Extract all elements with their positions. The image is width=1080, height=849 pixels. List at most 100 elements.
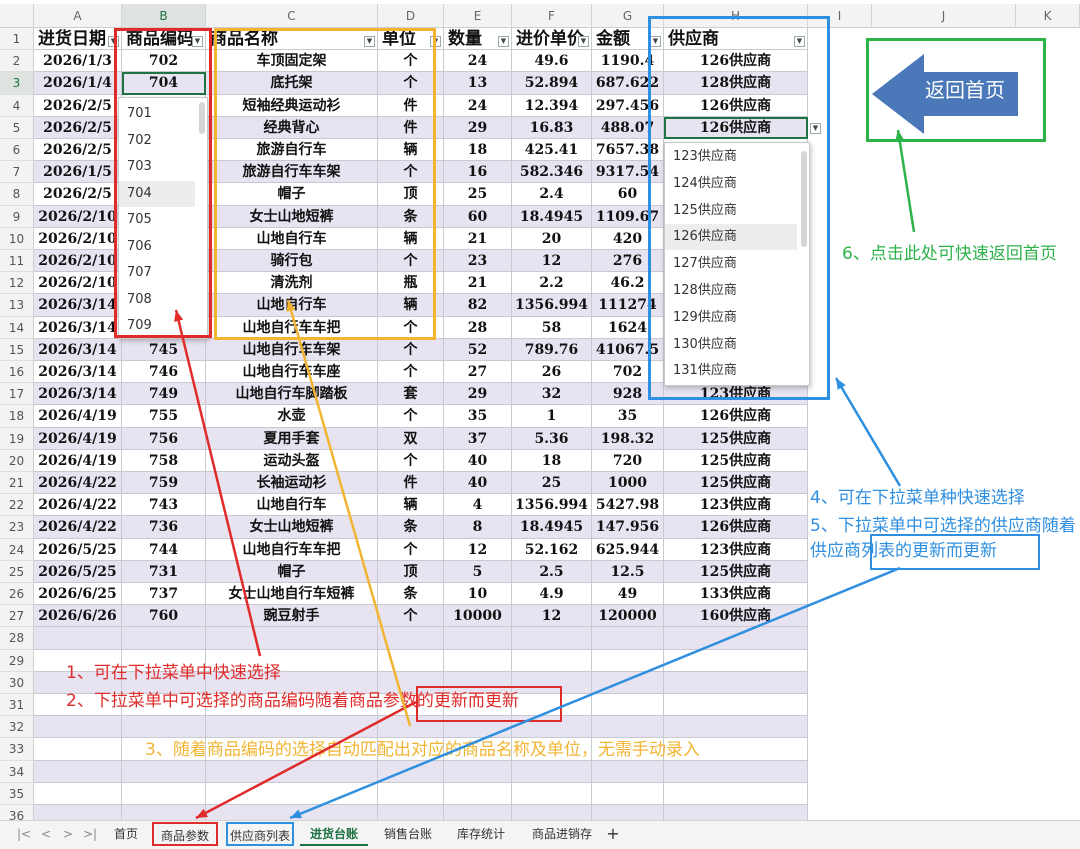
- table-cell[interactable]: 18: [444, 139, 512, 162]
- sheet-tab[interactable]: 进货台账: [300, 822, 368, 846]
- table-cell[interactable]: 2026/2/10: [34, 205, 122, 228]
- filter-dropdown-icon[interactable]: ▼: [578, 36, 589, 47]
- row-header[interactable]: 24: [0, 538, 34, 561]
- filter-dropdown-icon[interactable]: ▼: [364, 36, 375, 47]
- table-cell[interactable]: 条: [378, 583, 444, 606]
- supplier-option[interactable]: 125供应商: [665, 198, 797, 224]
- row-header[interactable]: 23: [0, 516, 34, 539]
- row-header[interactable]: 27: [0, 605, 34, 628]
- filter-dropdown-icon[interactable]: ▼: [192, 36, 203, 47]
- row-header[interactable]: 10: [0, 227, 34, 250]
- empty-cell[interactable]: [34, 782, 122, 805]
- table-cell[interactable]: 2.2: [512, 272, 592, 295]
- table-cell[interactable]: 276: [592, 250, 664, 273]
- row-header[interactable]: 6: [0, 139, 34, 162]
- code-dropdown-list[interactable]: 701 702 703 704 705 706 707 708 709: [118, 97, 208, 339]
- table-cell[interactable]: 18: [512, 449, 592, 472]
- empty-cell[interactable]: [444, 649, 512, 672]
- supplier-dropdown-list[interactable]: 123供应商 124供应商 125供应商 126供应商 127供应商 128供应商 129供…: [664, 142, 810, 386]
- table-cell[interactable]: 5427.98: [592, 494, 664, 517]
- table-cell[interactable]: 52.162: [512, 538, 592, 561]
- table-cell[interactable]: 29: [444, 383, 512, 406]
- table-cell[interactable]: 1190.4: [592, 50, 664, 73]
- table-cell[interactable]: 40: [444, 472, 512, 495]
- table-cell[interactable]: 41067.5: [592, 338, 664, 361]
- empty-cell[interactable]: [206, 760, 378, 783]
- table-cell[interactable]: 2026/3/14: [34, 294, 122, 317]
- table-cell[interactable]: 山地自行车: [206, 227, 378, 250]
- table-cell[interactable]: 山地自行车: [206, 494, 378, 517]
- table-cell[interactable]: 夏用手套: [206, 427, 378, 450]
- table-cell[interactable]: 20: [512, 227, 592, 250]
- empty-cell[interactable]: [122, 716, 206, 739]
- empty-cell[interactable]: [664, 649, 808, 672]
- row-header[interactable]: 29: [0, 649, 34, 672]
- table-cell[interactable]: 2026/2/10: [34, 272, 122, 295]
- table-cell[interactable]: 755: [122, 405, 206, 428]
- table-cell[interactable]: 帽子: [206, 560, 378, 583]
- sheet-tab[interactable]: 首页: [104, 822, 148, 846]
- column-header-g[interactable]: G: [592, 4, 664, 28]
- table-cell[interactable]: 2026/4/19: [34, 449, 122, 472]
- table-cell[interactable]: 个: [378, 449, 444, 472]
- table-cell[interactable]: 旅游自行车: [206, 139, 378, 162]
- row-header[interactable]: 12: [0, 272, 34, 295]
- table-cell[interactable]: 运动头盔: [206, 449, 378, 472]
- table-cell[interactable]: 个: [378, 405, 444, 428]
- table-cell[interactable]: 个: [378, 161, 444, 184]
- table-cell[interactable]: 4.9: [512, 583, 592, 606]
- empty-cell[interactable]: [592, 694, 664, 717]
- empty-cell[interactable]: [664, 716, 808, 739]
- table-cell[interactable]: 骑行包: [206, 250, 378, 273]
- empty-cell[interactable]: [512, 782, 592, 805]
- column-header-i[interactable]: I: [808, 4, 872, 28]
- row-header[interactable]: 14: [0, 316, 34, 339]
- table-cell[interactable]: 2026/2/5: [34, 116, 122, 139]
- table-cell[interactable]: 2026/3/14: [34, 316, 122, 339]
- table-cell[interactable]: 82: [444, 294, 512, 317]
- row-header[interactable]: 33: [0, 738, 34, 761]
- table-cell[interactable]: 702: [592, 361, 664, 384]
- table-cell[interactable]: 山地自行车: [206, 294, 378, 317]
- table-cell[interactable]: 10000: [444, 605, 512, 628]
- table-cell[interactable]: 49.6: [512, 50, 592, 73]
- row-header[interactable]: 17: [0, 383, 34, 406]
- table-cell[interactable]: 125供应商: [664, 472, 808, 495]
- empty-cell[interactable]: [592, 627, 664, 650]
- table-cell[interactable]: 35: [592, 405, 664, 428]
- row-header[interactable]: 31: [0, 694, 34, 717]
- table-cell[interactable]: 女士山地自行车短裤: [206, 583, 378, 606]
- table-cell[interactable]: 12: [512, 250, 592, 273]
- supplier-option[interactable]: 123供应商: [665, 144, 797, 170]
- table-cell[interactable]: 60: [444, 205, 512, 228]
- table-cell[interactable]: 个: [378, 72, 444, 95]
- table-cell[interactable]: 58: [512, 316, 592, 339]
- table-cell[interactable]: 2026/3/14: [34, 338, 122, 361]
- column-header-c[interactable]: C: [206, 4, 378, 28]
- table-cell[interactable]: 1624: [592, 316, 664, 339]
- table-cell[interactable]: 女士山地短裤: [206, 205, 378, 228]
- empty-cell[interactable]: [378, 760, 444, 783]
- row-header[interactable]: 28: [0, 627, 34, 650]
- table-cell[interactable]: 2026/6/25: [34, 583, 122, 606]
- table-cell[interactable]: 49: [592, 583, 664, 606]
- row-header[interactable]: 35: [0, 782, 34, 805]
- empty-cell[interactable]: [592, 649, 664, 672]
- code-option[interactable]: 706: [119, 234, 195, 260]
- table-cell[interactable]: 25: [512, 472, 592, 495]
- table-cell[interactable]: 12.394: [512, 94, 592, 117]
- row-header[interactable]: 34: [0, 760, 34, 783]
- column-header-a[interactable]: A: [34, 4, 122, 28]
- empty-cell[interactable]: [206, 627, 378, 650]
- table-cell[interactable]: 18.4945: [512, 205, 592, 228]
- table-cell[interactable]: 山地自行车车把: [206, 316, 378, 339]
- row-header[interactable]: 18: [0, 405, 34, 428]
- table-cell[interactable]: 746: [122, 361, 206, 384]
- supplier-option[interactable]: 130供应商: [665, 332, 797, 358]
- table-cell[interactable]: 2026/2/5: [34, 139, 122, 162]
- row-header[interactable]: 4: [0, 94, 34, 117]
- table-cell[interactable]: 7657.38: [592, 139, 664, 162]
- table-cell[interactable]: 37: [444, 427, 512, 450]
- table-cell[interactable]: 13: [444, 72, 512, 95]
- table-cell[interactable]: 758: [122, 449, 206, 472]
